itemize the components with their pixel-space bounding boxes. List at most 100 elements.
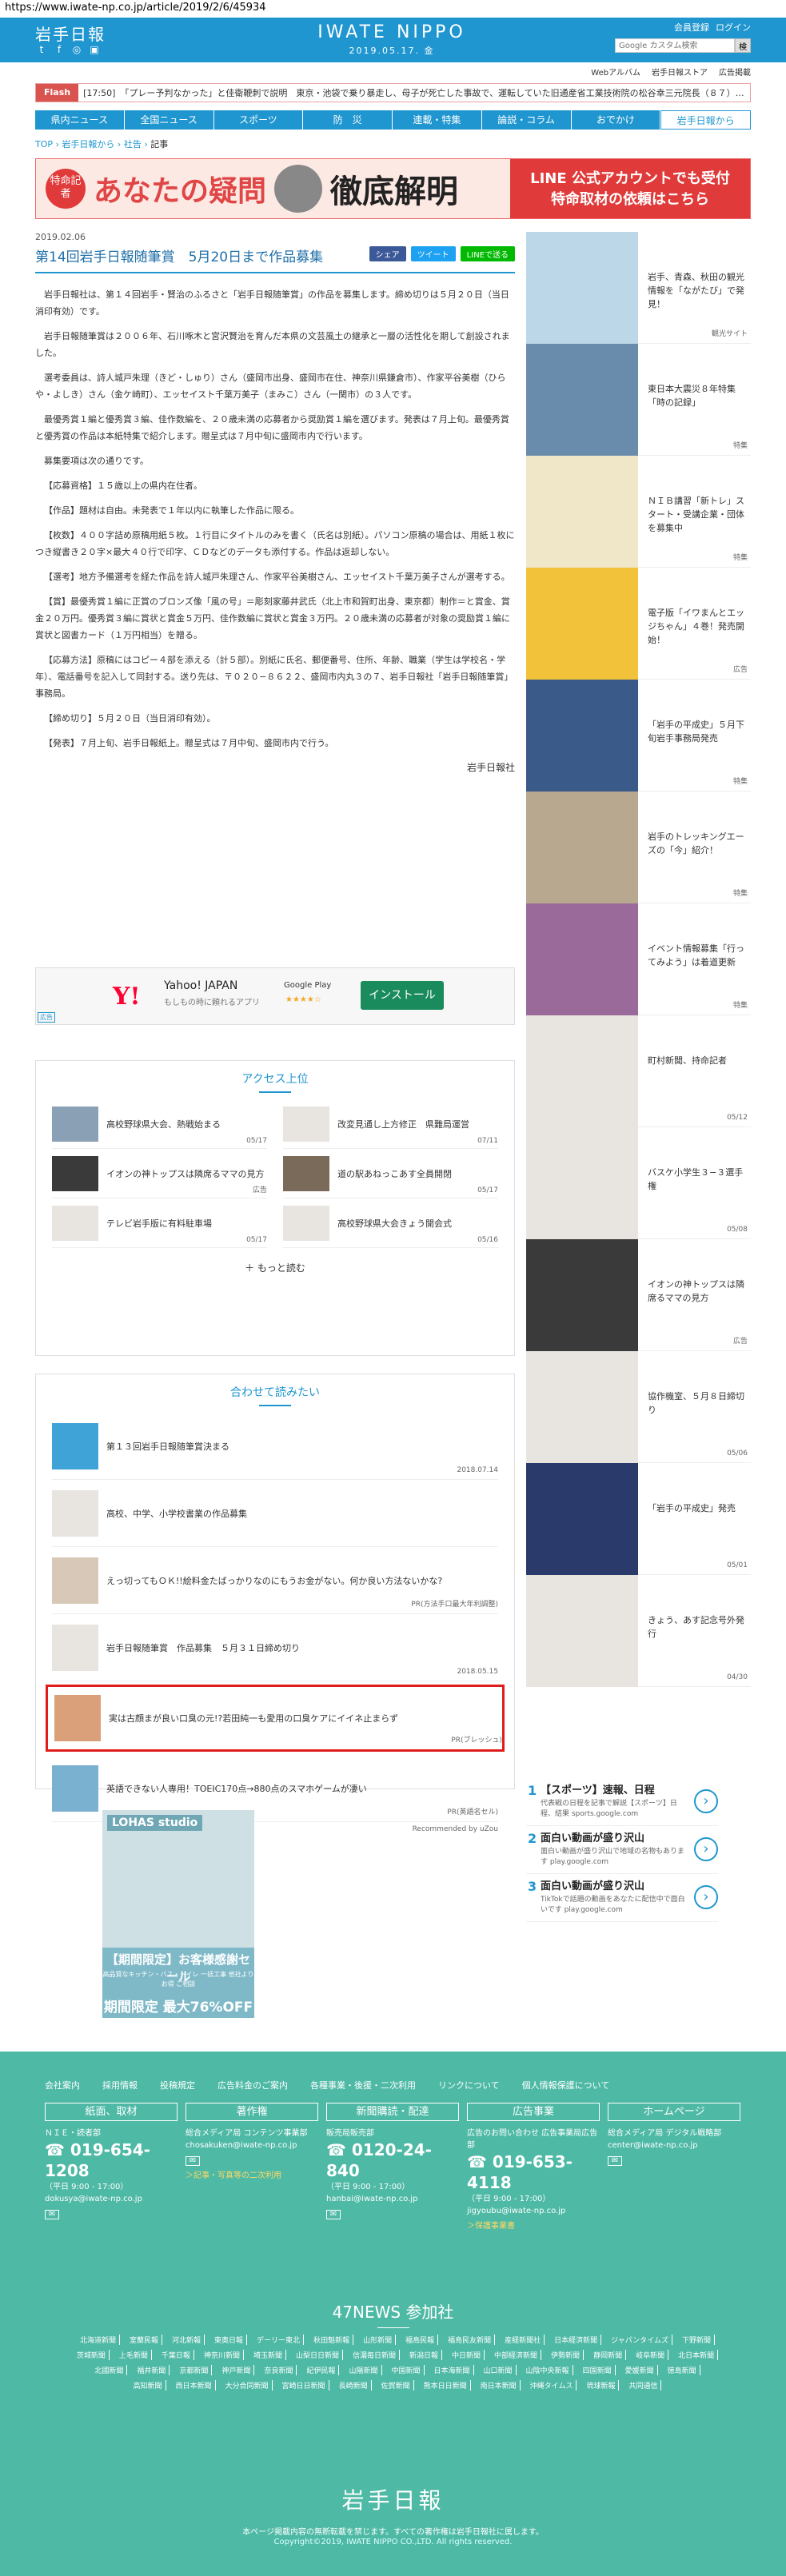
f47-member-link[interactable]: 中国新聞 [389, 2365, 425, 2375]
f47-member-link[interactable]: 北海道新聞 [77, 2335, 120, 2345]
subnav-ad[interactable]: 広告掲載 [719, 66, 751, 78]
related-item-highlighted[interactable]: 実は古顔まが良い口臭の元!?若田純一も愛用の口臭ケアにイイネ止まらず PR(ブレッ… [46, 1685, 505, 1752]
f47-member-link[interactable]: 徳島新聞 [664, 2365, 700, 2375]
sidebar-item[interactable]: 岩手のトレッキングエーズの「今」紹介！ 特集 [526, 792, 751, 903]
install-button[interactable]: インストール [361, 981, 444, 1010]
phone-number[interactable]: ☎ 019-653-4118 [467, 2151, 600, 2193]
f47-member-link[interactable]: 静岡新聞 [590, 2350, 627, 2360]
f47-member-link[interactable]: 信濃毎日新聞 [349, 2350, 400, 2360]
f47-member-link[interactable]: 四国新聞 [580, 2365, 616, 2375]
f47-member-link[interactable]: 中日新聞 [449, 2350, 485, 2360]
twitter-icon[interactable]: t [35, 43, 48, 56]
sidebar-item[interactable]: 東日本大震災８年特集 「時の記録」 特集 [526, 344, 751, 456]
line-icon[interactable]: ◎ [70, 43, 83, 56]
sidebar-item[interactable]: 町村新聞、持命記者 05/12 [526, 1015, 751, 1127]
more-button[interactable]: ＋ もっと読む [36, 1248, 514, 1287]
sidebar-item[interactable]: バスケ小学生３−３選手権 05/08 [526, 1127, 751, 1239]
line-share-button[interactable]: LINEで送る [460, 246, 515, 261]
breadcrumb-notice[interactable]: 社告 [124, 139, 142, 150]
footer-link[interactable]: 個人情報保護について [522, 2079, 610, 2092]
f47-member-link[interactable]: デーリー東北 [253, 2335, 305, 2345]
f47-member-link[interactable]: 西日本新聞 [173, 2380, 216, 2391]
footer-link[interactable]: 投稿規定 [160, 2079, 195, 2092]
subnav-album[interactable]: Webアルバム [591, 66, 640, 78]
f47-member-link[interactable]: 伊勢新聞 [548, 2350, 585, 2360]
f47-member-link[interactable]: 山陽新聞 [345, 2365, 382, 2375]
site-logo[interactable]: 岩手日報 [35, 22, 106, 45]
f47-member-link[interactable]: 秋田魁新報 [310, 2335, 354, 2345]
footer-sub-link[interactable]: ＞記事・写真等の二次利用 [186, 2170, 318, 2182]
f47-member-link[interactable]: 福島民友新聞 [445, 2335, 496, 2345]
f47-member-link[interactable]: 沖縄タイムス [527, 2380, 577, 2391]
sidebar-item[interactable]: 「岩手の平成史」５月下旬岩手事務局発売 特集 [526, 680, 751, 792]
nav-disaster[interactable]: 防 災 [303, 110, 393, 130]
f47-member-link[interactable]: 産経新聞社 [501, 2335, 545, 2345]
sidebar-item[interactable]: ＮＩＢ講習「新トレ」スタート・受講企業・団体を募集中 特集 [526, 456, 751, 568]
f47-member-link[interactable]: 上毛新聞 [116, 2350, 152, 2360]
footer-link[interactable]: 各種事業・後援・二次利用 [310, 2079, 416, 2092]
ranking-item[interactable]: 道の駅あねっこあす全員開閉 05/17 [283, 1149, 498, 1198]
nav-outing[interactable]: おでかけ [572, 110, 661, 130]
nav-columns[interactable]: 論説・コラム [482, 110, 572, 130]
footer-link[interactable]: 広告料金のご案内 [217, 2079, 288, 2092]
nav-from-iwate-nippo[interactable]: 岩手日報から [660, 110, 751, 130]
f47-member-link[interactable]: 佐賀新聞 [378, 2380, 414, 2391]
chevron-right-icon[interactable]: › [694, 1789, 718, 1813]
ranking-item[interactable]: 高校野球県大会、熱戦始まる 05/17 [52, 1099, 267, 1149]
ranking-item[interactable]: テレビ岩手版に有料駐車場 05/17 [52, 1198, 267, 1248]
f47-member-link[interactable]: 共同通信 [625, 2380, 662, 2391]
facebook-icon[interactable]: f [53, 43, 66, 56]
url-bar[interactable]: https://www.iwate-np.co.jp/article/2019/… [0, 0, 786, 18]
mail-icon[interactable]: ✉ [326, 2210, 341, 2219]
sidebar-item[interactable]: 岩手、青森、秋田の観光情報を「ながたび」で発見！ 観光サイト [526, 232, 751, 344]
related-item[interactable]: 第１３回岩手日報随筆賞決まる 2018.07.14 [52, 1413, 498, 1480]
f47-member-link[interactable]: 埼玉新聞 [250, 2350, 286, 2360]
f47-member-link[interactable]: 山形新聞 [360, 2335, 397, 2345]
f47-member-link[interactable]: 茨城新聞 [74, 2350, 110, 2360]
f47-member-link[interactable]: 山陰中央新報 [523, 2365, 573, 2375]
yahoo-app-ad[interactable]: Y! Yahoo! JAPAN もしもの時に頼れるアプリ Google Play… [35, 967, 515, 1025]
tokumei-banner[interactable]: 特命記者 あなたの疑問 徹底解明 LINE 公式アカウントでも受付 特命取材の依… [35, 158, 751, 219]
trend-item[interactable]: 1 【スポーツ】速報、日程 代表戦の日程を記事で解説【スポーツ】日程、結果 spor… [526, 1778, 718, 1826]
related-item[interactable]: 高校、中学、小学校書業の作品募集 [52, 1480, 498, 1547]
trend-item[interactable]: 3 面白い動画が盛り沢山 TikTokで話題の動画をあなたに配信中で面白いです pl… [526, 1874, 718, 1922]
sidebar-item[interactable]: 電子版「イワまんとエッジちゃん」４巻！発売開始！ 広告 [526, 568, 751, 680]
twitter-share-button[interactable]: ツイート [410, 246, 456, 261]
ranking-item[interactable]: イオンの神トップスは隣席るママの見方 広告 [52, 1149, 267, 1198]
f47-member-link[interactable]: 千葉日報 [158, 2350, 194, 2360]
f47-member-link[interactable]: 室蘭民報 [126, 2335, 163, 2345]
f47-member-link[interactable]: 神戸新聞 [218, 2365, 255, 2375]
breadcrumb-top[interactable]: TOP [35, 139, 53, 150]
footer-logo[interactable]: 岩手日報 [0, 2483, 786, 2515]
f47-member-link[interactable]: 北日本新聞 [675, 2350, 719, 2360]
footer-link[interactable]: 採用情報 [102, 2079, 138, 2092]
sidebar-item[interactable]: きょう、あす記念号外発行 04/30 [526, 1575, 751, 1687]
trend-item[interactable]: 2 面白い動画が盛り沢山 面白い動画が盛り沢山で地域の名物もあります play.go… [526, 1826, 718, 1874]
f47-member-link[interactable]: 福井新聞 [134, 2365, 170, 2375]
f47-member-link[interactable]: 大分合同新聞 [222, 2380, 273, 2391]
nav-sports[interactable]: スポーツ [214, 110, 304, 130]
f47-member-link[interactable]: 山口新聞 [481, 2365, 517, 2375]
f47-member-link[interactable]: 琉球新報 [583, 2380, 620, 2391]
f47-member-link[interactable]: 山梨日日新聞 [293, 2350, 343, 2360]
f47-member-link[interactable]: 宮崎日日新聞 [279, 2380, 329, 2391]
ranking-item[interactable]: 高校野球県大会きょう開会式 05/16 [283, 1198, 498, 1248]
f47-member-link[interactable]: 高知新聞 [130, 2380, 166, 2391]
footer-sub-link[interactable]: ＞保護事業書 [467, 2220, 600, 2232]
f47-member-link[interactable]: 南日本新聞 [477, 2380, 521, 2391]
f47-member-link[interactable]: 長崎新聞 [336, 2380, 372, 2391]
sidebar-item[interactable]: イベント情報募集「行ってみよう」は着道更新 特集 [526, 903, 751, 1015]
f47-member-link[interactable]: 日本経済新聞 [551, 2335, 602, 2345]
footer-link[interactable]: 会社案内 [45, 2079, 80, 2092]
flash-text[interactable]: 「プレー予判なかった」と佳衛鞭刺で説明 東京・池袋で乗り暴走し、母子が死亡した事… [120, 86, 744, 99]
instagram-icon[interactable]: ▣ [88, 43, 101, 56]
sidebar-item[interactable]: 協作機室、５月８日締切り 05/06 [526, 1351, 751, 1463]
related-item[interactable]: えっ切ってもＯＫ!!絵料金たばっかりなのにもうお金がない。何か良い方法ないかな?… [52, 1547, 498, 1614]
mail-icon[interactable]: ✉ [45, 2210, 59, 2219]
facebook-share-button[interactable]: シェア [369, 246, 406, 261]
search-input[interactable] [615, 38, 735, 53]
f47-member-link[interactable]: 福島民報 [402, 2335, 439, 2345]
mail-icon[interactable]: ✉ [608, 2156, 622, 2166]
related-item[interactable]: 岩手日報随筆賞 作品募集 ５月３１日締め切り 2018.05.15 [52, 1614, 498, 1681]
mail-icon[interactable]: ✉ [186, 2156, 200, 2166]
